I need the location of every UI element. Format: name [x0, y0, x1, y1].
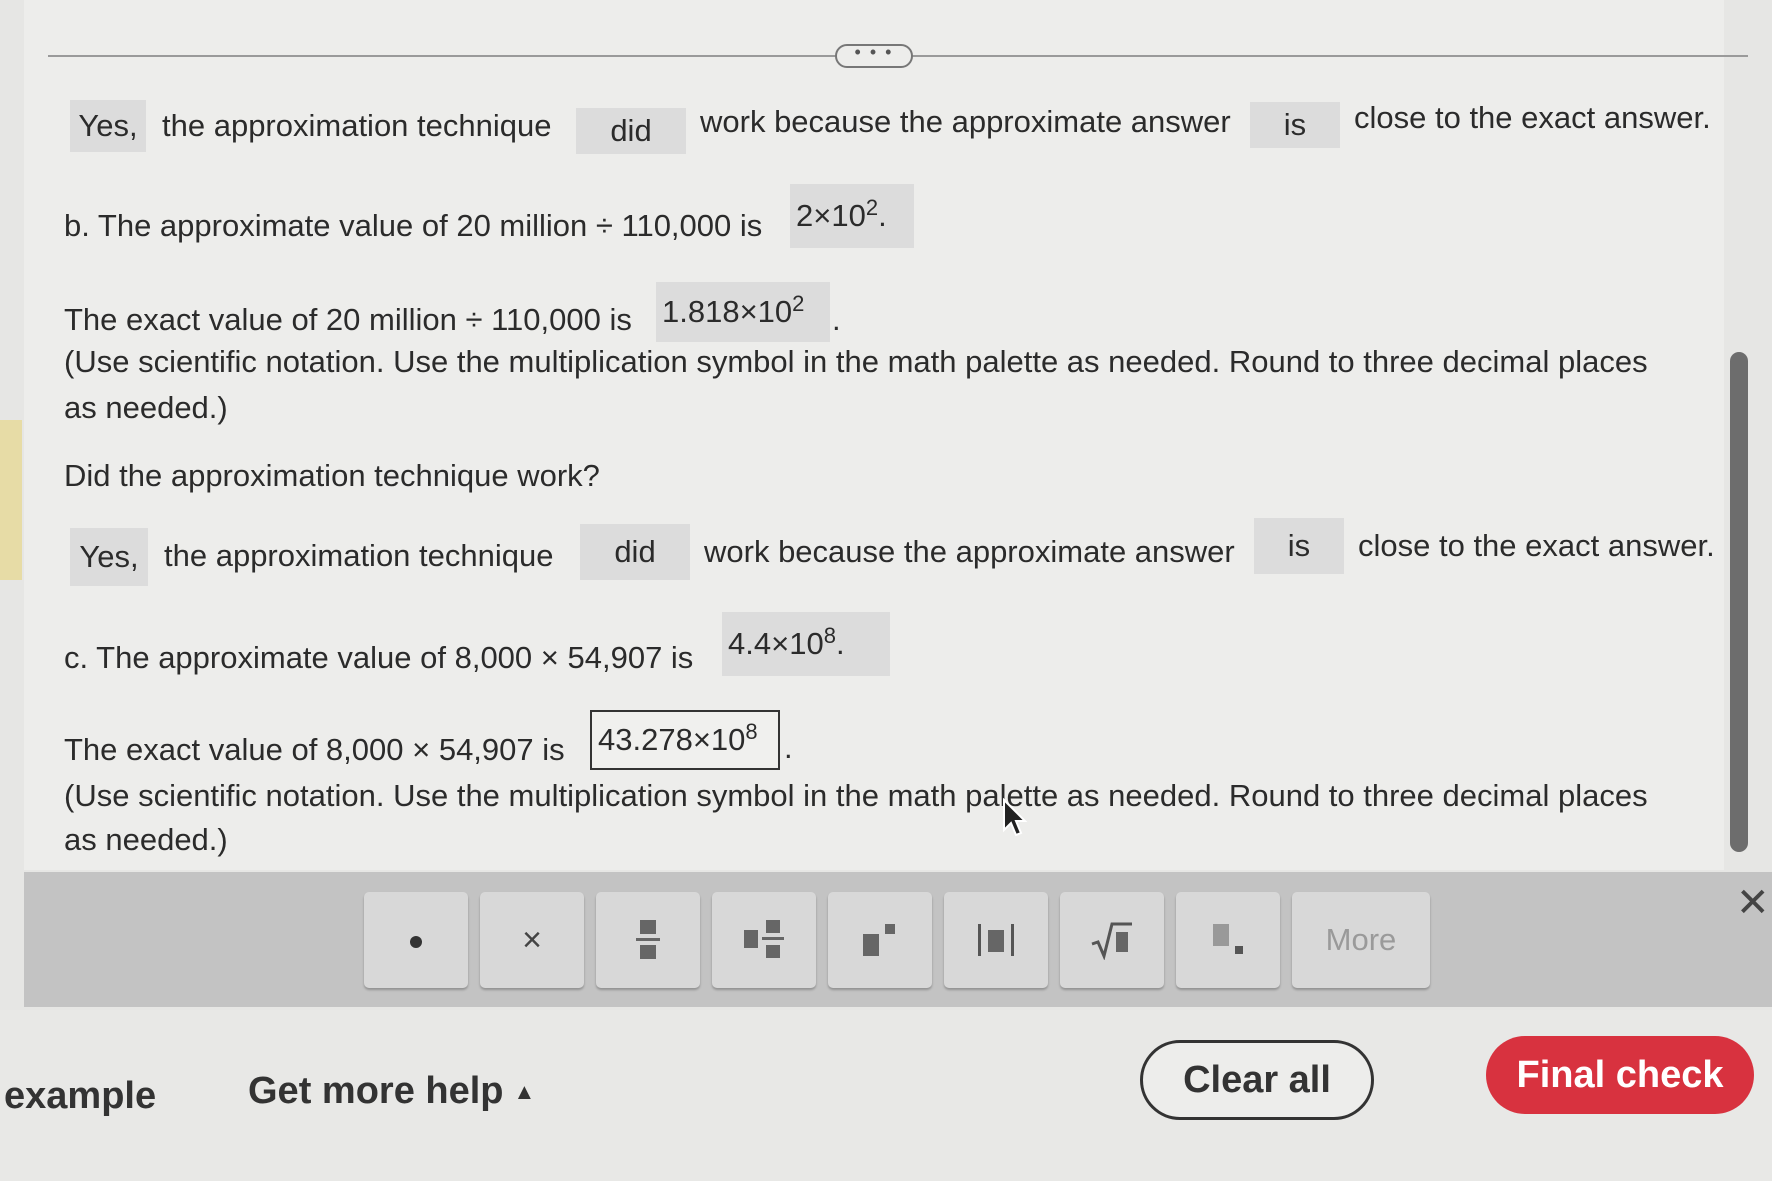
answer-text: the approximation technique: [162, 108, 552, 143]
answer-chip-yes[interactable]: Yes,: [70, 100, 146, 152]
answer-base: 43.278×10: [598, 722, 746, 757]
subscript-button[interactable]: [1176, 892, 1280, 988]
mixed-number-icon: [744, 920, 784, 958]
answer-text: work because the approximate answer: [700, 104, 1231, 139]
approx-prompt: b. The approximate value of 20 million ÷…: [64, 208, 763, 243]
get-more-help-link[interactable]: Get more help ▲: [248, 1070, 535, 1113]
mixed-number-button[interactable]: [712, 892, 816, 988]
answer-exponent: 8: [745, 719, 758, 744]
exact-answer-input[interactable]: 43.278×10 8: [590, 710, 780, 770]
answer-text: close to the exact answer.: [1354, 100, 1711, 135]
instruction-text: (Use scientific notation. Use the multip…: [64, 778, 1648, 813]
absolute-value-button[interactable]: [944, 892, 1048, 988]
approx-prompt: c. The approximate value of 8,000 × 54,9…: [64, 640, 694, 675]
clear-all-button[interactable]: Clear all: [1140, 1040, 1374, 1120]
answer-text: work because the approximate answer: [704, 534, 1235, 569]
answer-base: 2×10: [796, 198, 866, 233]
dot-icon: [410, 936, 422, 948]
instruction-text: as needed.): [64, 822, 228, 857]
absolute-value-icon: [978, 924, 1014, 956]
answer-exponent: 2: [865, 195, 879, 220]
question-text: Did the approximation technique work?: [64, 458, 600, 493]
period: .: [832, 302, 841, 337]
answer-exponent: 8: [823, 623, 836, 648]
dot-button[interactable]: [364, 892, 468, 988]
close-icon[interactable]: ✕: [1736, 880, 1770, 926]
fraction-icon: [636, 920, 660, 959]
scrollbar-thumb[interactable]: [1730, 352, 1748, 852]
highlight-strip: [0, 420, 22, 580]
answer-chip-is[interactable]: is: [1254, 518, 1344, 574]
final-check-button[interactable]: Final check: [1486, 1036, 1754, 1114]
answer-chip-did[interactable]: did: [580, 524, 690, 580]
period: .: [784, 730, 793, 765]
more-button[interactable]: More: [1292, 892, 1430, 988]
approx-answer-box[interactable]: 2×10 2.: [790, 184, 914, 248]
square-root-button[interactable]: [1060, 892, 1164, 988]
exact-prompt: The exact value of 8,000 × 54,907 is: [64, 732, 565, 767]
exact-prompt: The exact value of 20 million ÷ 110,000 …: [64, 302, 632, 337]
answer-exponent: 2: [792, 291, 805, 316]
answer-base: 1.818×10: [662, 294, 793, 329]
exact-answer-box[interactable]: 1.818×10 2: [656, 282, 830, 342]
answer-chip-did[interactable]: did: [576, 108, 686, 154]
answer-text: close to the exact answer.: [1358, 528, 1715, 563]
help-label: Get more help: [248, 1070, 504, 1112]
square-root-icon: [1091, 922, 1132, 960]
exponent-button[interactable]: [828, 892, 932, 988]
subscript-icon: [1213, 924, 1243, 954]
answer-base: 4.4×10: [728, 626, 824, 661]
caret-up-icon: ▲: [513, 1079, 536, 1104]
mouse-cursor-icon: [1003, 798, 1028, 837]
approx-answer-box[interactable]: 4.4×10 8.: [722, 612, 890, 676]
instruction-text: (Use scientific notation. Use the multip…: [64, 344, 1648, 379]
instruction-text: as needed.): [64, 390, 228, 425]
times-icon: ×: [522, 920, 542, 959]
times-button[interactable]: ×: [480, 892, 584, 988]
answer-chip-is[interactable]: is: [1250, 102, 1340, 148]
view-example-link[interactable]: example: [4, 1075, 156, 1118]
answer-text: the approximation technique: [164, 538, 554, 573]
fraction-button[interactable]: [596, 892, 700, 988]
answer-chip-yes[interactable]: Yes,: [70, 528, 148, 586]
exponent-icon: [863, 924, 895, 956]
expand-handle[interactable]: • • •: [835, 43, 913, 68]
